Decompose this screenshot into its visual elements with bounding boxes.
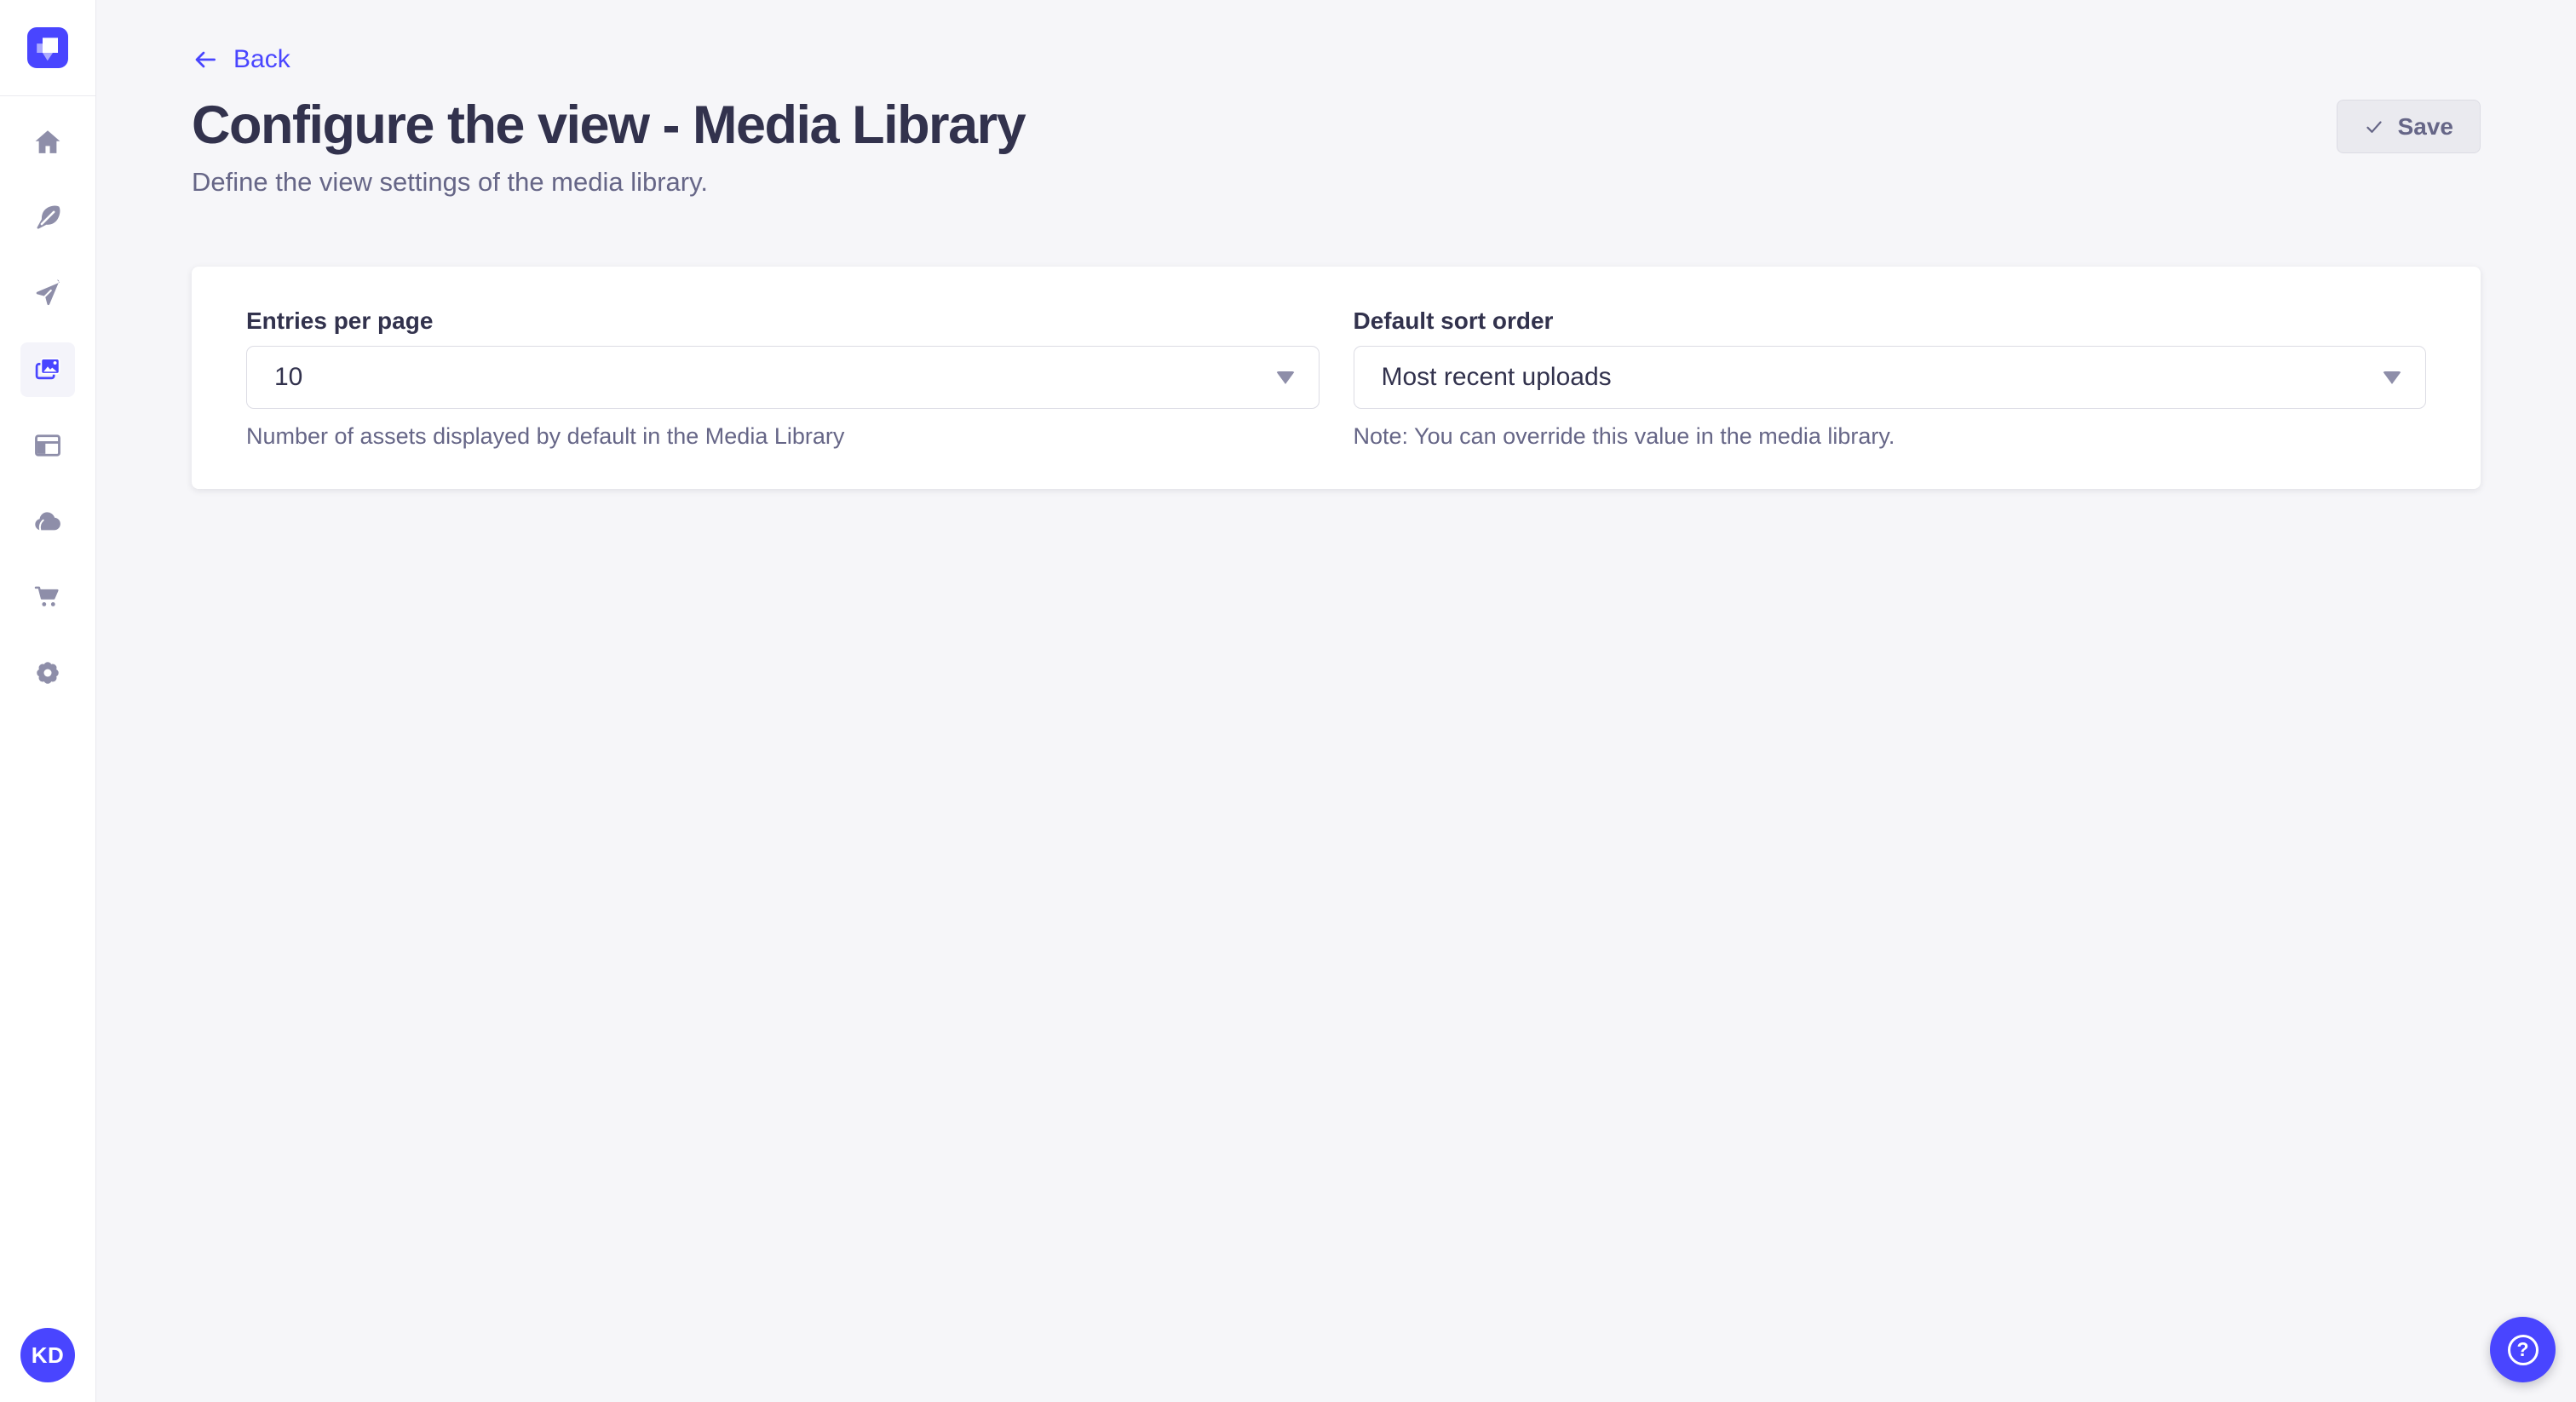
user-avatar[interactable]: KD xyxy=(20,1328,75,1382)
entries-per-page-select[interactable]: 10 xyxy=(246,346,1320,409)
strapi-logo[interactable] xyxy=(27,27,68,68)
default-sort-order-label: Default sort order xyxy=(1354,307,2427,335)
view-settings-card: Entries per page 10 Number of assets dis… xyxy=(192,267,2481,489)
sidebar-item-cloud[interactable] xyxy=(20,494,75,549)
default-sort-order-select[interactable]: Most recent uploads xyxy=(1354,346,2427,409)
question-mark-icon: ? xyxy=(2508,1335,2539,1365)
page-title: Configure the view - Media Library xyxy=(192,99,2481,152)
chevron-down-icon xyxy=(1276,371,1295,384)
strapi-logo-icon xyxy=(27,27,68,68)
sidebar-nav xyxy=(0,96,95,1328)
chevron-down-icon xyxy=(2383,371,2401,384)
sidebar-item-releases[interactable] xyxy=(20,267,75,321)
paper-plane-icon xyxy=(32,279,63,309)
help-button[interactable]: ? xyxy=(2490,1317,2556,1382)
main-content: Back Configure the view - Media Library … xyxy=(96,0,2576,1402)
entries-per-page-hint: Number of assets displayed by default in… xyxy=(246,423,1320,450)
content-type-builder-icon xyxy=(32,430,63,461)
save-button-label: Save xyxy=(2398,113,2453,141)
arrow-left-icon xyxy=(192,46,219,73)
content-manager-feather-icon xyxy=(32,203,63,233)
cloud-icon xyxy=(32,506,63,537)
sidebar-item-marketplace[interactable] xyxy=(20,570,75,624)
settings-gear-icon xyxy=(32,658,63,688)
check-icon xyxy=(2364,117,2384,137)
sidebar-item-home[interactable] xyxy=(20,115,75,170)
sidebar-item-content-manager[interactable] xyxy=(20,191,75,245)
sidebar-header xyxy=(0,0,95,96)
default-sort-order-value: Most recent uploads xyxy=(1382,363,1612,392)
page-subtitle: Define the view settings of the media li… xyxy=(192,166,2481,198)
sidebar-item-content-type-builder[interactable] xyxy=(20,418,75,473)
back-link[interactable]: Back xyxy=(192,46,290,73)
sidebar-item-settings[interactable] xyxy=(20,646,75,700)
entries-per-page-field: Entries per page 10 Number of assets dis… xyxy=(246,307,1320,450)
marketplace-cart-icon xyxy=(32,582,63,612)
default-sort-order-field: Default sort order Most recent uploads N… xyxy=(1354,307,2427,450)
home-icon xyxy=(32,127,63,158)
media-library-icon xyxy=(32,354,63,385)
sidebar-item-media-library[interactable] xyxy=(20,342,75,397)
default-sort-order-hint: Note: You can override this value in the… xyxy=(1354,423,2427,450)
entries-per-page-value: 10 xyxy=(274,363,302,392)
entries-per-page-label: Entries per page xyxy=(246,307,1320,335)
save-button[interactable]: Save xyxy=(2337,100,2481,153)
sidebar: KD xyxy=(0,0,96,1402)
back-label: Back xyxy=(233,46,290,73)
